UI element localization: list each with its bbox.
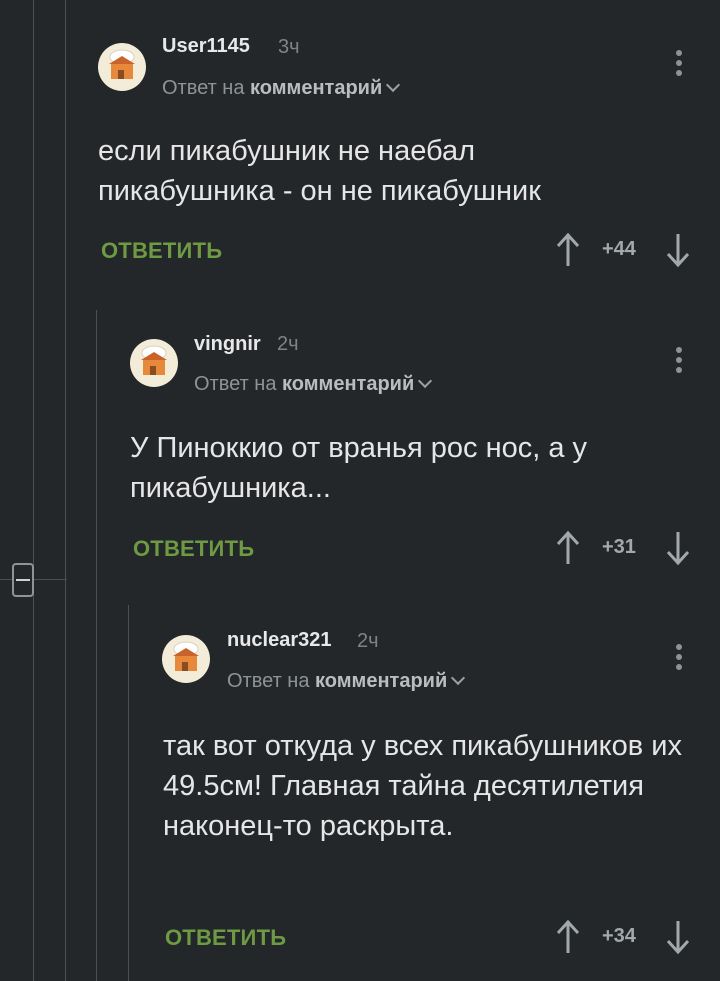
reply-prefix: Ответ на bbox=[227, 670, 310, 692]
reply-prefix: Ответ на bbox=[194, 373, 277, 395]
reply-target: комментарий bbox=[315, 670, 448, 692]
arrow-down-icon[interactable] bbox=[665, 232, 691, 268]
reply-button[interactable]: ОТВЕТИТЬ bbox=[133, 536, 254, 562]
username[interactable]: vingnir bbox=[194, 333, 261, 356]
thread-line bbox=[96, 310, 97, 981]
more-vertical-icon[interactable] bbox=[676, 347, 682, 377]
arrow-down-icon[interactable] bbox=[665, 530, 691, 566]
timestamp: 2ч bbox=[277, 333, 299, 355]
arrow-up-icon[interactable] bbox=[555, 232, 581, 268]
house-avatar-icon[interactable] bbox=[162, 635, 210, 683]
comment-text: так вот откуда у всех пикабушников их 49… bbox=[163, 730, 682, 842]
comment-text: У Пиноккио от вранья рос нос, а у пикабу… bbox=[130, 432, 588, 504]
reply-button[interactable]: ОТВЕТИТЬ bbox=[165, 925, 286, 951]
reply-to-link[interactable]: Ответ на комментарий bbox=[227, 670, 466, 693]
rating: +44 bbox=[602, 238, 636, 260]
thread-connector bbox=[0, 579, 12, 580]
more-vertical-icon[interactable] bbox=[676, 644, 682, 674]
rating: +34 bbox=[602, 925, 636, 947]
chevron-down-icon bbox=[418, 373, 433, 389]
arrow-up-icon[interactable] bbox=[555, 919, 581, 955]
house-avatar-icon[interactable] bbox=[130, 339, 178, 387]
minus-collapse-icon[interactable] bbox=[12, 563, 34, 597]
thread-line bbox=[128, 605, 129, 981]
reply-button[interactable]: ОТВЕТИТЬ bbox=[101, 238, 222, 264]
arrow-up-icon[interactable] bbox=[555, 530, 581, 566]
reply-prefix: Ответ на bbox=[162, 77, 245, 99]
username[interactable]: nuclear321 bbox=[227, 629, 332, 652]
more-vertical-icon[interactable] bbox=[676, 50, 682, 80]
reply-to-link[interactable]: Ответ на комментарий bbox=[194, 373, 433, 396]
thread-line bbox=[33, 0, 34, 981]
username[interactable]: User1145 bbox=[162, 35, 250, 58]
chevron-down-icon bbox=[451, 670, 466, 686]
reply-target: комментарий bbox=[250, 77, 383, 99]
timestamp: 3ч bbox=[278, 36, 300, 58]
reply-target: комментарий bbox=[282, 373, 415, 395]
arrow-down-icon[interactable] bbox=[665, 919, 691, 955]
reply-to-link[interactable]: Ответ на комментарий bbox=[162, 77, 401, 100]
rating: +31 bbox=[602, 536, 636, 558]
thread-connector bbox=[34, 579, 67, 580]
chevron-down-icon bbox=[386, 77, 401, 93]
thread-line bbox=[65, 0, 66, 981]
timestamp: 2ч bbox=[357, 630, 379, 652]
comment-text: если пикабушник не наебал пикабушника - … bbox=[98, 135, 541, 207]
house-avatar-icon[interactable] bbox=[98, 43, 146, 91]
